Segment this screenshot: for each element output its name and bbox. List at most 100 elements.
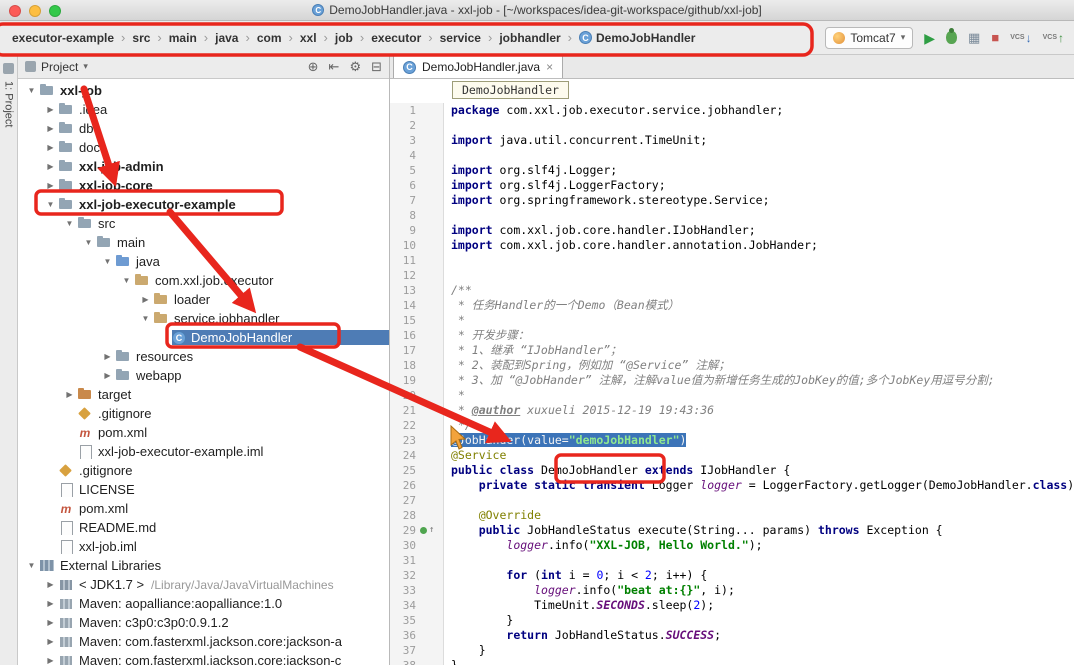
line-number[interactable]: 31 [390,553,416,568]
line-number[interactable]: 12 [390,268,416,283]
tree-item-xxl-job.iml[interactable]: xxl-job.iml [18,537,389,556]
gutter[interactable]: 33 [390,583,444,598]
minimize-window-button[interactable] [29,5,41,17]
tree-item-service.jobhandler[interactable]: ▼service.jobhandler [18,309,389,328]
line-number[interactable]: 32 [390,568,416,583]
breadcrumb-item-main[interactable]: main [169,31,197,45]
gutter[interactable]: 6 [390,178,444,193]
line-number[interactable]: 36 [390,628,416,643]
code-text[interactable]: logger.info("XXL-JOB, Hello World."); [444,538,1074,553]
project-view-selector[interactable]: Project [41,60,78,74]
editor-breadcrumb-class[interactable]: DemoJobHandler [452,81,569,99]
gutter[interactable]: 22 [390,418,444,433]
gutter[interactable]: 10 [390,238,444,253]
code-text[interactable]: * 1、继承 “IJobHandler”； [444,343,1074,358]
gutter[interactable]: 34 [390,598,444,613]
code-text[interactable] [444,253,1074,268]
line-number[interactable]: 11 [390,253,416,268]
tree-item-.idea[interactable]: ▶.idea [18,100,389,119]
code-text[interactable] [444,118,1074,133]
line-number[interactable]: 4 [390,148,416,163]
code-text[interactable]: } [444,658,1074,665]
chevron-right-icon[interactable]: ▶ [43,105,58,114]
gutter[interactable]: 5 [390,163,444,178]
tree-item-com.xxl.job.executor[interactable]: ▼com.xxl.job.executor [18,271,389,290]
gutter[interactable]: 28 [390,508,444,523]
gear-icon[interactable]: ⚙ [349,59,361,75]
gutter[interactable]: 16 [390,328,444,343]
chevron-down-icon[interactable]: ▼ [43,200,58,209]
gutter[interactable]: 12 [390,268,444,283]
gutter[interactable]: 31 [390,553,444,568]
close-tab-icon[interactable]: × [546,60,553,74]
tree-item-README.md[interactable]: README.md [18,518,389,537]
tree-item-pom.xml[interactable]: mpom.xml [18,499,389,518]
code-text[interactable] [444,493,1074,508]
chevron-down-icon[interactable]: ▼ [100,257,115,266]
tree-item-Maven: com.fasterxml.jackson.core:jackson-c[interactable]: ▶Maven: com.fasterxml.jackson.core:jacks… [18,651,389,665]
code-text[interactable]: } [444,643,1074,658]
close-window-button[interactable] [9,5,21,17]
locate-file-button[interactable]: ⊕ [308,59,319,75]
line-number[interactable]: 20 [390,388,416,403]
gutter[interactable]: 13 [390,283,444,298]
line-number[interactable]: 28 [390,508,416,523]
gutter[interactable]: 2 [390,118,444,133]
tree-item-doc[interactable]: ▶doc [18,138,389,157]
tree-item-target[interactable]: ▶target [18,385,389,404]
code-text[interactable]: import org.slf4j.Logger; [444,163,1074,178]
gutter[interactable]: 7 [390,193,444,208]
code-text[interactable]: for (int i = 0; i < 2; i++) { [444,568,1074,583]
code-text[interactable]: import org.slf4j.LoggerFactory; [444,178,1074,193]
tree-item-resources[interactable]: ▶resources [18,347,389,366]
gutter[interactable]: 25 [390,463,444,478]
selected-text[interactable]: @JobHander(value="demoJobHandler") [451,433,686,447]
code-text[interactable]: logger.info("beat at:{}", i); [444,583,1074,598]
line-number[interactable]: 22 [390,418,416,433]
line-number[interactable]: 30 [390,538,416,553]
code-text[interactable]: * 2、装配到Spring，例如加 “@Service” 注解； [444,358,1074,373]
chevron-right-icon[interactable]: ▶ [43,124,58,133]
line-number[interactable]: 5 [390,163,416,178]
gutter[interactable]: 1 [390,103,444,118]
chevron-down-icon[interactable]: ▼ [24,561,39,570]
gutter[interactable]: 29↑ [390,523,444,538]
line-number[interactable]: 6 [390,178,416,193]
chevron-right-icon[interactable]: ▶ [43,637,58,646]
vcs-update-button[interactable]: VCS ↓ [1010,31,1031,45]
tree-item-xxl-job-admin[interactable]: ▶xxl-job-admin [18,157,389,176]
gutter[interactable]: 19 [390,373,444,388]
line-number[interactable]: 17 [390,343,416,358]
code-text[interactable]: public JobHandleStatus execute(String...… [444,523,1074,538]
line-number[interactable]: 16 [390,328,416,343]
debug-button[interactable] [946,31,957,44]
chevron-right-icon[interactable]: ▶ [62,390,77,399]
gutter[interactable]: 26 [390,478,444,493]
vcs-commit-button[interactable]: VCS ↑ [1043,31,1064,45]
gutter[interactable]: 37 [390,643,444,658]
line-number[interactable]: 8 [390,208,416,223]
gutter[interactable]: 36 [390,628,444,643]
tree-item-xxl-job[interactable]: ▼xxl-job [18,81,389,100]
override-marker-icon[interactable]: ↑ [420,523,434,538]
chevron-down-icon[interactable]: ▼ [81,238,96,247]
line-number[interactable]: 13 [390,283,416,298]
gutter[interactable]: 8 [390,208,444,223]
chevron-down-icon[interactable]: ▼ [119,276,134,285]
code-text[interactable]: import com.xxl.job.core.handler.IJobHand… [444,223,1074,238]
breadcrumb-item-executor-example[interactable]: executor-example [12,31,114,45]
code-text[interactable]: TimeUnit.SECONDS.sleep(2); [444,598,1074,613]
code-text[interactable]: @JobHander(value="demoJobHandler") [444,433,1074,448]
chevron-right-icon[interactable]: ▶ [43,580,58,589]
chevron-down-icon[interactable]: ▼ [62,219,77,228]
line-number[interactable]: 14 [390,298,416,313]
tree-item-main[interactable]: ▼main [18,233,389,252]
gutter[interactable]: 15 [390,313,444,328]
tree-item-Maven: com.fasterxml.jackson.core:jackson-a[interactable]: ▶Maven: com.fasterxml.jackson.core:jacks… [18,632,389,651]
line-number[interactable]: 25 [390,463,416,478]
stop-button[interactable]: ■ [991,31,999,44]
hide-panel-button[interactable]: ⊟ [371,59,382,75]
chevron-right-icon[interactable]: ▶ [138,295,153,304]
gutter[interactable]: 35 [390,613,444,628]
code-text[interactable]: /** [444,283,1074,298]
